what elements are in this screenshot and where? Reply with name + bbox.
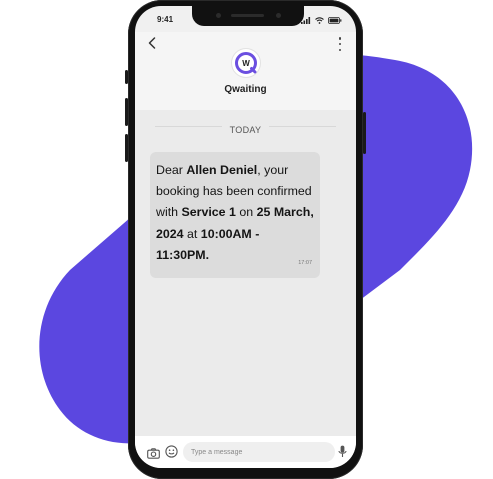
composer-bar	[135, 436, 356, 468]
smiley-glyph	[165, 445, 178, 458]
bubble-tail	[153, 267, 165, 273]
emoji-icon[interactable]	[165, 445, 178, 463]
mute-switch	[125, 70, 128, 84]
microphone-glyph	[338, 445, 347, 457]
signal-icon	[301, 16, 311, 24]
divider-line	[266, 126, 336, 127]
chat-header: W Qwaiting	[135, 32, 356, 110]
volume-down-button	[125, 134, 128, 162]
qwaiting-logo-icon: W	[235, 52, 257, 74]
chevron-left-icon[interactable]	[147, 37, 157, 53]
power-button	[363, 112, 366, 154]
status-time: 9:41	[157, 15, 174, 24]
camera-icon[interactable]	[147, 446, 160, 464]
message-input[interactable]	[183, 442, 335, 462]
sensor-icon	[276, 13, 281, 18]
avatar[interactable]: W	[232, 49, 260, 77]
message-fragment: Dear	[156, 163, 187, 177]
dot	[338, 37, 342, 40]
date-label: TODAY	[221, 125, 270, 135]
notch	[192, 6, 304, 26]
mic-icon[interactable]	[338, 445, 347, 463]
message-time: 17:07	[298, 259, 312, 266]
back-arrow-glyph	[148, 37, 156, 49]
battery-icon	[328, 16, 342, 24]
message-highlight: Service 1	[181, 205, 236, 220]
message-fragment: on	[235, 205, 257, 220]
speaker-grille	[231, 14, 264, 17]
phone-frame: 9:41 W Qwaiting TODAY Dear Allen Deniel,…	[125, 0, 366, 479]
message-bubble[interactable]: Dear Allen Deniel, your booking has been…	[150, 152, 320, 279]
message-text: Dear Allen Deniel, your booking has been…	[156, 163, 314, 262]
camera-glyph	[147, 448, 160, 459]
date-divider: TODAY	[135, 120, 356, 138]
more-vertical-icon[interactable]	[338, 37, 342, 51]
dot	[338, 48, 342, 51]
contact-name: Qwaiting	[224, 84, 267, 95]
phone-screen: 9:41 W Qwaiting TODAY Dear Allen Deniel,…	[135, 6, 356, 468]
front-camera-icon	[216, 13, 221, 18]
status-icons	[301, 15, 342, 25]
message-highlight: Allen Deniel	[186, 163, 258, 177]
volume-up-button	[125, 98, 128, 126]
divider-line	[155, 126, 225, 127]
message-thread[interactable]: TODAY Dear Allen Deniel, your booking ha…	[135, 110, 356, 436]
avatar-letter: W	[242, 59, 250, 68]
wifi-icon	[315, 16, 324, 24]
dot	[338, 42, 342, 46]
message-fragment: at	[183, 226, 201, 241]
status-bar: 9:41	[135, 6, 356, 32]
